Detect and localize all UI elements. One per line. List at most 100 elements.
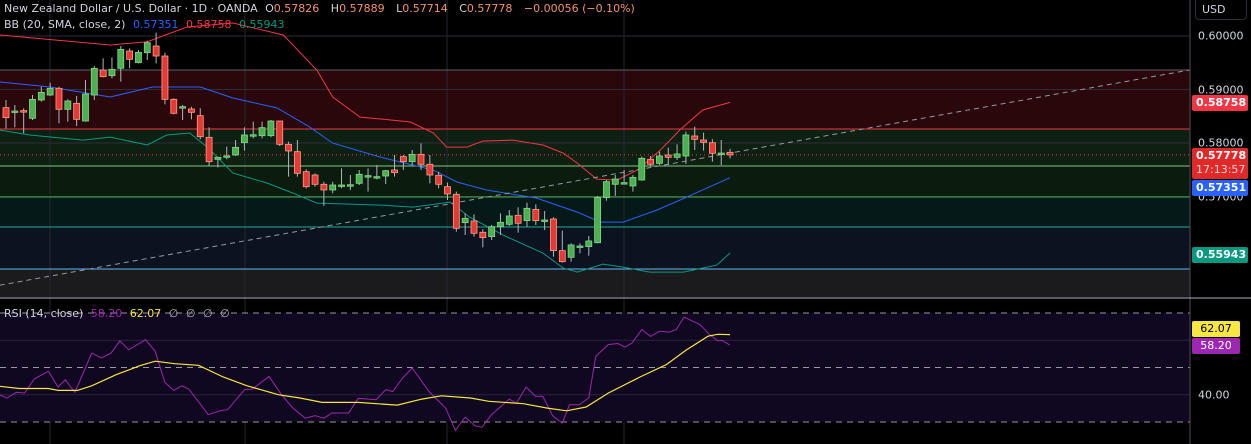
candle-up — [143, 42, 151, 54]
symbol-legend: New Zealand Dollar / U.S. Dollar · 1D · … — [4, 2, 639, 15]
candle-down — [170, 98, 178, 114]
candle-down — [391, 169, 398, 174]
candle-down — [311, 174, 319, 185]
candle-down — [399, 156, 407, 163]
bar-countdown: 17:13:57 — [1196, 163, 1246, 176]
rsi-extra-1: ∅ — [168, 307, 179, 320]
candle-up — [408, 153, 416, 163]
candle-up — [629, 176, 637, 187]
candle-up — [29, 98, 36, 119]
candle-up — [505, 215, 513, 225]
price-tick: 0.60000 — [1198, 29, 1244, 43]
candle-down — [55, 87, 63, 110]
last-price-badge: 0.57778 17:13:57 — [1192, 148, 1248, 179]
candle-down — [647, 158, 654, 165]
candle-up — [37, 91, 45, 101]
candle-up — [338, 184, 345, 187]
open-label: O — [265, 2, 274, 15]
candle-up — [223, 155, 231, 158]
rsi-extra-2: ∅ — [185, 307, 196, 320]
bb-basis-value: 0.57351 — [132, 18, 179, 31]
bb-upper-value: 0.58758 — [185, 18, 232, 31]
candle-up — [673, 153, 681, 158]
candle-up — [611, 178, 619, 185]
candle-up — [373, 176, 381, 179]
candle-up — [232, 146, 239, 156]
candle-down — [196, 115, 204, 138]
candle-up — [382, 170, 390, 177]
candle-down — [664, 154, 672, 158]
candle-up — [682, 134, 690, 157]
candle-down — [514, 214, 522, 224]
candle-up — [46, 87, 54, 96]
rsi-pane — [0, 312, 1190, 432]
candle-down — [20, 110, 28, 113]
candle-up — [585, 240, 593, 248]
candle-up — [249, 134, 257, 137]
symbol-title[interactable]: New Zealand Dollar / U.S. Dollar · 1D · … — [4, 2, 258, 15]
fib-band — [0, 268, 1190, 297]
bb-legend[interactable]: BB (20, SMA, close, 2) 0.57351 0.58758 0… — [4, 18, 288, 31]
rsi-tick: 40.00 — [1198, 388, 1230, 402]
rsi-ma-badge: 62.07 — [1192, 321, 1240, 337]
low-value: 0.57714 — [402, 2, 448, 15]
candle-down — [470, 220, 478, 234]
candle-up — [576, 245, 584, 248]
currency-button[interactable]: USD — [1195, 0, 1247, 20]
candle-down — [417, 153, 425, 165]
candle-down — [126, 50, 134, 60]
candle-down — [691, 135, 699, 140]
candle-down — [161, 55, 169, 100]
candle-down — [73, 102, 81, 120]
candle-up — [117, 48, 125, 69]
candle-up — [90, 67, 98, 96]
candle-up — [497, 221, 504, 228]
chart-canvas[interactable] — [0, 0, 1251, 444]
candle-down — [479, 231, 487, 239]
candle-down — [276, 120, 284, 145]
rsi-extra-3: ∅ — [202, 307, 213, 320]
candle-up — [135, 51, 142, 64]
candle-down — [285, 143, 292, 152]
close-value: 0.57778 — [466, 2, 513, 15]
candle-up — [364, 175, 372, 178]
bb-lower-value: 0.55943 — [238, 18, 285, 31]
rsi-value: 58.20 — [90, 307, 123, 320]
candle-down — [205, 136, 213, 163]
close-label: C — [459, 2, 467, 15]
fib-bands — [0, 70, 1190, 297]
fib-band — [0, 129, 1190, 167]
candle-down — [435, 174, 443, 185]
candle-up — [717, 152, 725, 155]
candle-down — [532, 208, 540, 222]
open-value: 0.57826 — [273, 2, 320, 15]
rsi-legend[interactable]: RSI (14, close) 58.20 62.07 ∅ ∅ ∅ ∅ — [4, 307, 234, 320]
last-price: 0.57778 — [1196, 149, 1247, 162]
candle-up — [64, 100, 72, 110]
rsi-badge: 58.20 — [1192, 338, 1240, 354]
bb-label[interactable]: BB (20, SMA, close, 2) — [4, 18, 125, 31]
candle-down — [452, 193, 460, 229]
candle-down — [320, 183, 328, 191]
candle-up — [179, 106, 187, 109]
candle-up — [258, 127, 266, 137]
candle-down — [302, 171, 310, 188]
high-label: H — [330, 2, 340, 15]
candle-down — [550, 218, 557, 252]
candle-down — [558, 250, 566, 263]
candle-up — [241, 134, 248, 144]
candle-down — [444, 186, 451, 195]
candle-up — [108, 68, 116, 77]
bb-upper-badge: 0.58758 — [1192, 95, 1248, 111]
candle-up — [638, 157, 646, 181]
candle-down — [152, 45, 160, 57]
candle-down — [700, 139, 707, 143]
candle-down — [2, 107, 10, 119]
bb-lower-badge: 0.55943 — [1192, 247, 1248, 263]
change-value: −0.00056 (−0.10%) — [523, 2, 635, 15]
candle-up — [329, 184, 337, 191]
candle-down — [709, 142, 716, 154]
candle-up — [603, 181, 610, 199]
rsi-label[interactable]: RSI (14, close) — [4, 307, 83, 320]
candle-up — [541, 219, 549, 222]
